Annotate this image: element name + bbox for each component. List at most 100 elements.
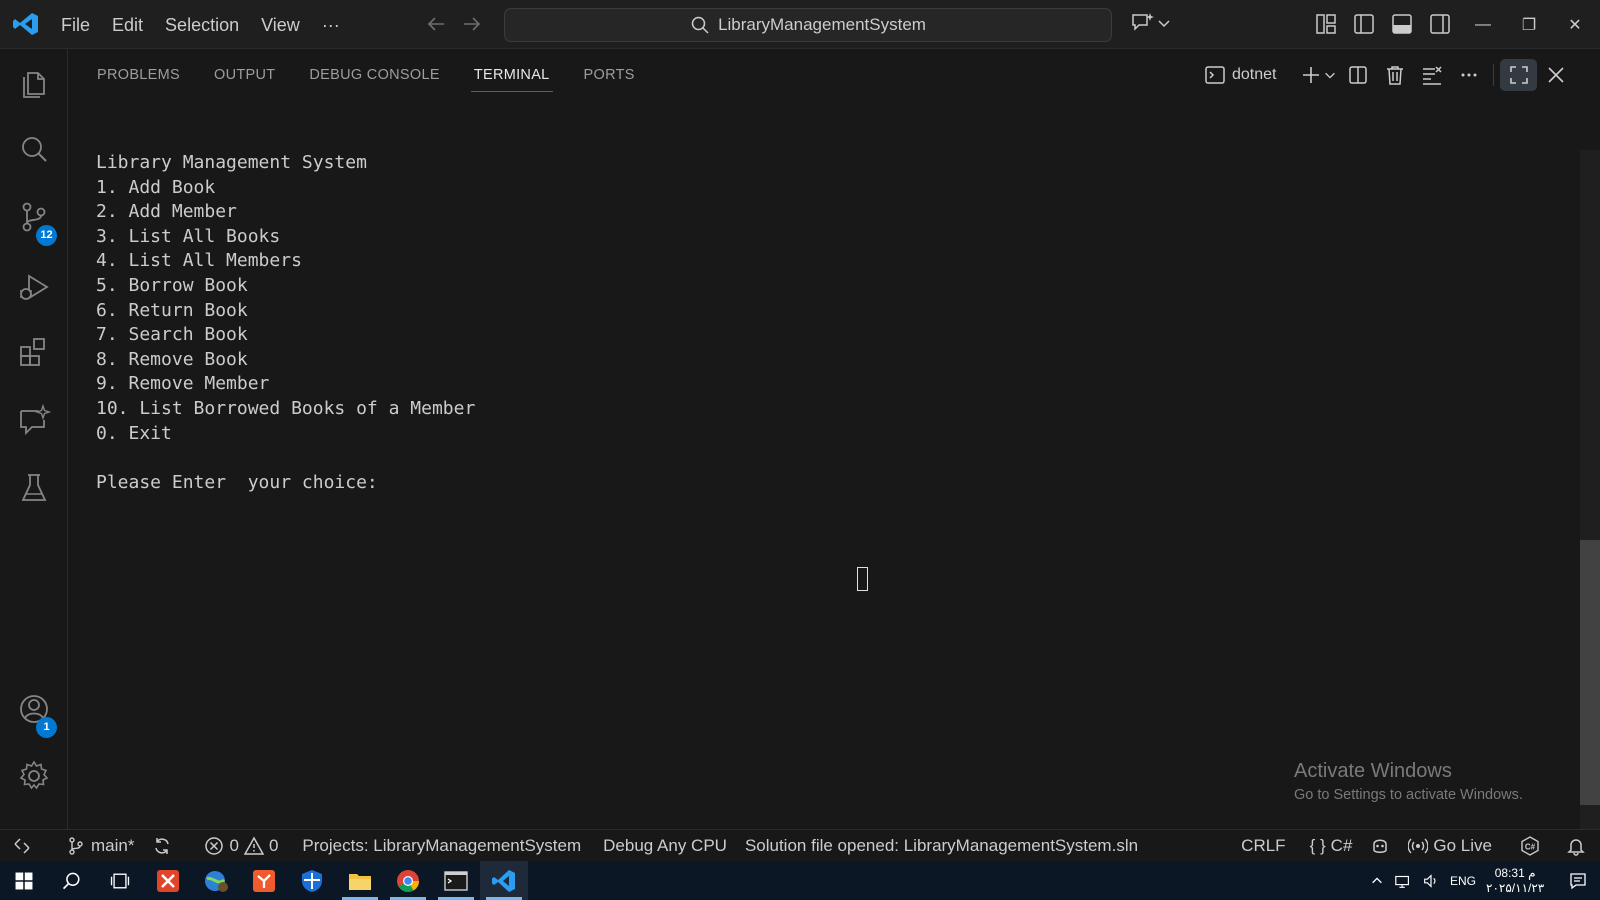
taskbar-app-file-explorer[interactable] bbox=[336, 861, 384, 900]
tab-problems[interactable]: PROBLEMS bbox=[97, 49, 180, 101]
taskbar-app-browser[interactable] bbox=[192, 861, 240, 900]
notification-center-icon[interactable] bbox=[1568, 871, 1588, 891]
forward-arrow-icon[interactable] bbox=[460, 12, 484, 36]
network-icon[interactable] bbox=[1394, 872, 1412, 890]
command-center-search[interactable]: LibraryManagementSystem bbox=[504, 8, 1112, 42]
minimize-button[interactable]: — bbox=[1460, 16, 1506, 34]
taskbar-app-vscode[interactable] bbox=[480, 861, 528, 900]
remote-indicator[interactable] bbox=[0, 830, 41, 862]
projects-indicator[interactable]: Projects: LibraryManagementSystem bbox=[293, 830, 590, 862]
chevron-up-icon[interactable] bbox=[1370, 874, 1384, 888]
terminal-line: 1. Add Book bbox=[96, 176, 216, 198]
red-app-icon bbox=[157, 869, 179, 892]
menu-more[interactable]: ··· bbox=[311, 10, 351, 40]
status-bar: main* 0 0 Projects: LibraryManagementSys… bbox=[0, 829, 1600, 861]
activity-source-control[interactable]: 12 bbox=[0, 187, 68, 247]
terminal-line: 5. Borrow Book bbox=[96, 274, 248, 296]
split-terminal-button[interactable] bbox=[1339, 59, 1376, 91]
chrome-icon bbox=[397, 869, 419, 892]
terminal-output: Library Management System 1. Add Book 2.… bbox=[96, 151, 475, 495]
chat-icon bbox=[20, 403, 51, 436]
activity-search[interactable] bbox=[0, 120, 68, 180]
window-controls: — ❐ ✕ bbox=[1460, 0, 1598, 49]
menu-edit[interactable]: Edit bbox=[101, 10, 154, 40]
task-view-button[interactable] bbox=[96, 861, 144, 900]
task-view-icon bbox=[110, 873, 130, 888]
branch-indicator[interactable]: main* bbox=[57, 830, 143, 862]
csharp-devkit-status[interactable]: C# bbox=[1511, 830, 1549, 862]
taskbar-app-chrome[interactable] bbox=[384, 861, 432, 900]
menu-file[interactable]: File bbox=[50, 10, 101, 40]
close-window-button[interactable]: ✕ bbox=[1552, 15, 1598, 35]
command-center-text: LibraryManagementSystem bbox=[718, 15, 926, 34]
activity-testing[interactable] bbox=[0, 458, 68, 518]
system-tray: ENG 08:31 م ۲۰۲۵/۱۱/۲۳ bbox=[1370, 861, 1588, 900]
activity-extensions[interactable] bbox=[0, 322, 68, 382]
eol-indicator[interactable]: CRLF bbox=[1232, 830, 1294, 862]
split-icon bbox=[1349, 66, 1367, 84]
toggle-primary-sidebar-icon[interactable] bbox=[1352, 12, 1376, 36]
clear-all-icon bbox=[1422, 66, 1442, 85]
debug-config-indicator[interactable]: Debug Any CPU bbox=[594, 830, 736, 862]
terminal-line: 0. Exit bbox=[96, 422, 172, 444]
tab-terminal[interactable]: TERMINAL bbox=[470, 49, 553, 101]
clock-time: 08:31 م bbox=[1494, 865, 1536, 880]
tab-output[interactable]: OUTPUT bbox=[214, 49, 275, 101]
taskbar-app-terminal[interactable] bbox=[432, 861, 480, 900]
clock[interactable]: 08:31 م ۲۰۲۵/۱۱/۲۳ bbox=[1486, 866, 1544, 896]
maximize-panel-button[interactable] bbox=[1500, 59, 1538, 91]
language-mode-indicator[interactable]: { } C# bbox=[1301, 830, 1362, 862]
back-arrow-icon[interactable] bbox=[424, 12, 448, 36]
volume-icon[interactable] bbox=[1422, 872, 1440, 890]
menu-view[interactable]: View bbox=[250, 10, 311, 40]
terminal-scrollbar[interactable] bbox=[1580, 150, 1600, 829]
toggle-panel-icon[interactable] bbox=[1390, 12, 1414, 36]
activity-manage[interactable] bbox=[0, 746, 68, 806]
notifications-button[interactable] bbox=[1557, 830, 1600, 862]
terminal-area[interactable]: Library Management System 1. Add Book 2.… bbox=[69, 101, 1548, 829]
copilot-menu[interactable] bbox=[1130, 10, 1172, 36]
clear-terminal-button[interactable] bbox=[1413, 59, 1450, 91]
sync-button[interactable] bbox=[143, 830, 181, 862]
tab-ports[interactable]: PORTS bbox=[584, 49, 635, 101]
more-actions-button[interactable] bbox=[1450, 59, 1487, 91]
chevron-down-icon bbox=[1158, 20, 1170, 28]
copilot-icon bbox=[1373, 839, 1388, 853]
terminal-line: 3. List All Books bbox=[96, 225, 281, 247]
copilot-status[interactable] bbox=[1361, 830, 1399, 862]
source-control-badge: 12 bbox=[36, 225, 57, 246]
windows-taskbar: ENG 08:31 م ۲۰۲۵/۱۱/۲۳ bbox=[0, 861, 1600, 900]
start-button[interactable] bbox=[0, 861, 48, 900]
toggle-secondary-sidebar-icon[interactable] bbox=[1428, 12, 1452, 36]
git-branch-icon bbox=[69, 836, 83, 855]
svg-text:C#: C# bbox=[1525, 842, 1536, 851]
activity-chat[interactable] bbox=[0, 390, 68, 450]
vscode-logo-icon[interactable] bbox=[12, 10, 40, 38]
search-icon bbox=[691, 16, 709, 34]
tab-debug-console[interactable]: DEBUG CONSOLE bbox=[309, 49, 439, 101]
activity-accounts[interactable]: 1 bbox=[0, 679, 68, 739]
terminal-profiles-dropdown[interactable] bbox=[1321, 59, 1339, 91]
activity-run-debug[interactable] bbox=[0, 257, 68, 317]
watermark-title: Activate Windows bbox=[1294, 760, 1452, 782]
customize-layout-icon[interactable] bbox=[1314, 12, 1338, 36]
menu-selection[interactable]: Selection bbox=[154, 10, 250, 40]
branch-name: main* bbox=[91, 835, 135, 855]
input-language[interactable]: ENG bbox=[1450, 874, 1476, 888]
panel-header: PROBLEMS OUTPUT DEBUG CONSOLE TERMINAL P… bbox=[69, 49, 1600, 101]
close-panel-button[interactable] bbox=[1537, 59, 1574, 91]
taskbar-app-defender[interactable] bbox=[288, 861, 336, 900]
terminal-prompt: Please Enter your choice: bbox=[96, 471, 378, 493]
restore-button[interactable]: ❐ bbox=[1506, 15, 1552, 35]
activity-explorer[interactable] bbox=[0, 53, 68, 113]
taskbar-app-red[interactable] bbox=[240, 861, 288, 900]
terminal-line: 6. Return Book bbox=[96, 299, 248, 321]
taskbar-search-button[interactable] bbox=[48, 861, 96, 900]
kill-terminal-button[interactable] bbox=[1376, 59, 1413, 91]
taskbar-app-xmind[interactable] bbox=[144, 861, 192, 900]
activate-windows-watermark: Activate Windows Go to Settings to activ… bbox=[1294, 760, 1523, 803]
problems-indicator[interactable]: 0 0 bbox=[195, 830, 287, 862]
terminal-selector[interactable]: dotnet bbox=[1204, 64, 1276, 86]
scrollbar-thumb[interactable] bbox=[1580, 540, 1600, 805]
go-live-button[interactable]: Go Live bbox=[1399, 830, 1501, 862]
